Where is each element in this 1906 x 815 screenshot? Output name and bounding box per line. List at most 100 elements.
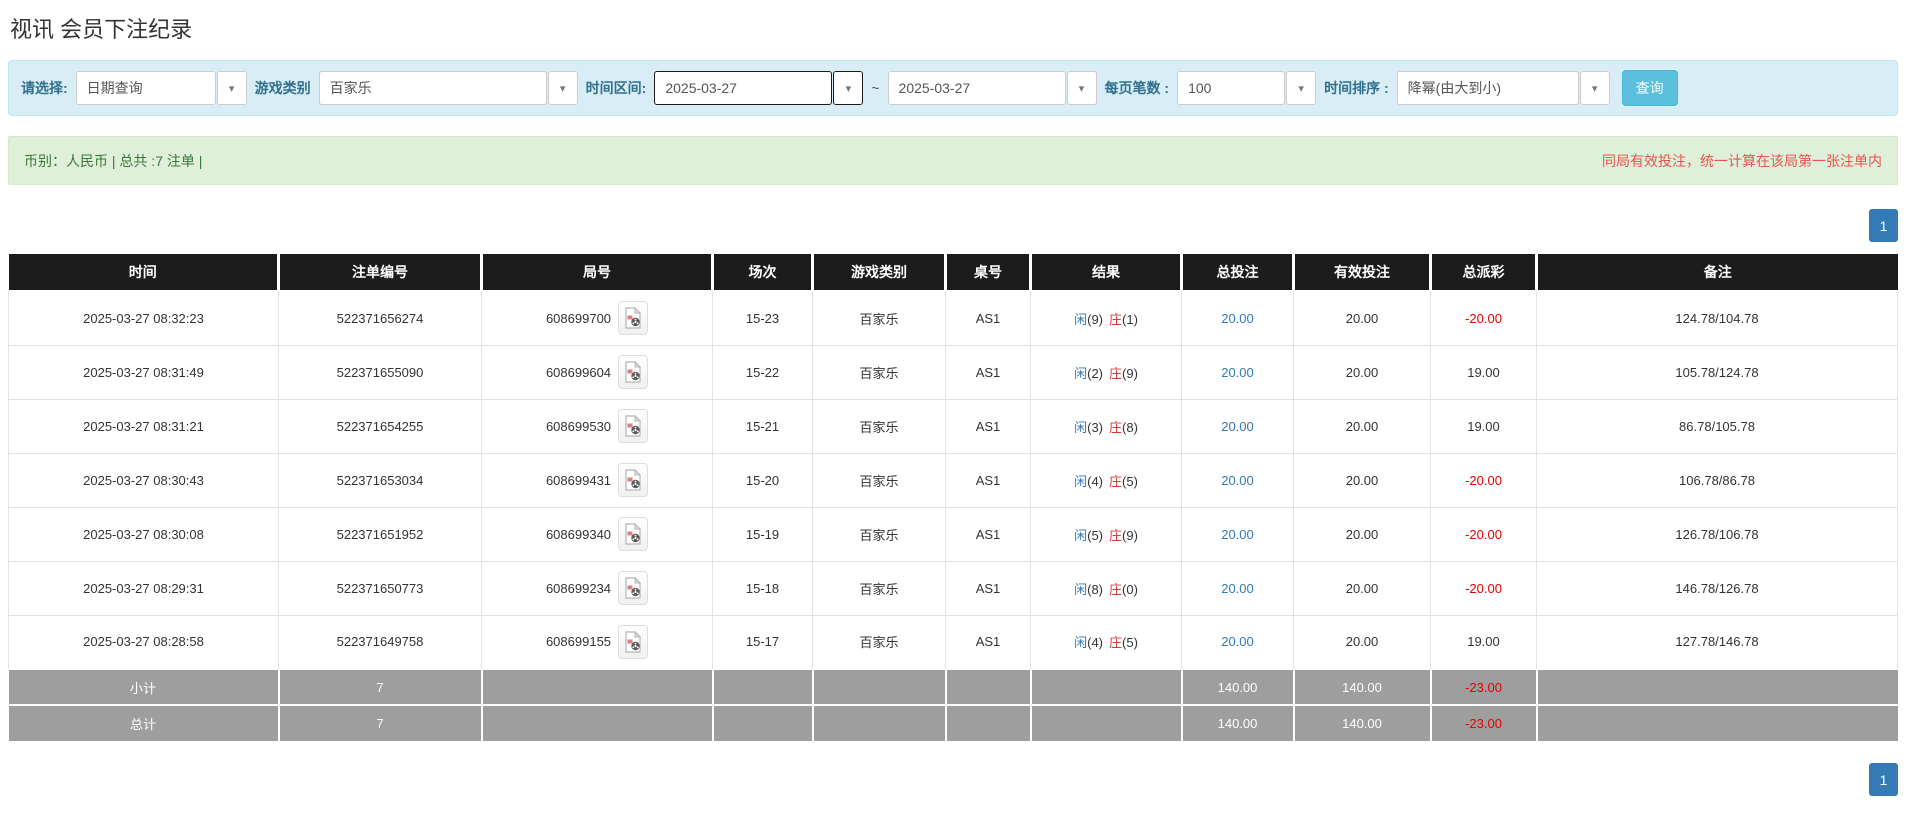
video-record-icon[interactable] (618, 517, 649, 551)
video-record-icon[interactable] (618, 463, 649, 497)
total-bet-link[interactable]: 20.00 (1181, 614, 1294, 670)
currency-total-text: 币别：人民币 | 总共 :7 注单 | (24, 152, 203, 169)
cell-result: 闲(2) 庄(9) (1030, 344, 1182, 400)
cell-session: 15-21 (712, 398, 813, 454)
date-to-select[interactable]: 2025-03-27 ▾ (887, 71, 1097, 105)
cell-valid-bet: 20.00 (1293, 614, 1431, 670)
cell-bet-id: 522371650773 (278, 560, 482, 616)
subtotal-total-bet: 140.00 (1181, 668, 1295, 705)
cell-result: 闲(5) 庄(9) (1030, 506, 1182, 562)
cell-note: 86.78/105.78 (1536, 398, 1898, 454)
filter-label-time-sort: 时间排序 : (1324, 80, 1389, 96)
page-1-button[interactable]: 1 (1869, 763, 1898, 796)
summary-bar: 币别：人民币 | 总共 :7 注单 | 同局有效投注，统一计算在该局第一张注单内 (8, 136, 1898, 185)
page-1-button[interactable]: 1 (1869, 209, 1898, 242)
cell-table-no: AS1 (945, 560, 1031, 616)
game-type-select[interactable]: 百家乐 ▾ (318, 71, 578, 105)
cell-result: 闲(9) 庄(1) (1030, 291, 1182, 346)
result-player: 闲 (1074, 473, 1088, 489)
result-banker: 庄 (1109, 419, 1123, 435)
time-sort-value[interactable]: 降幂(由大到小) (1396, 71, 1579, 105)
chevron-down-icon[interactable]: ▾ (833, 71, 864, 105)
result-player: 闲 (1074, 419, 1088, 435)
video-record-icon[interactable] (618, 624, 649, 659)
cell-session: 15-17 (712, 614, 813, 670)
video-record-icon[interactable] (618, 571, 649, 605)
chevron-down-icon[interactable]: ▾ (547, 71, 578, 105)
total-bet-link[interactable]: 20.00 (1181, 452, 1294, 508)
query-button[interactable]: 查询 (1621, 70, 1678, 106)
pagination-bottom: 1 (8, 763, 1898, 796)
cell-result: 闲(4) 庄(5) (1030, 452, 1182, 508)
chevron-down-icon[interactable]: ▾ (216, 71, 247, 105)
cell-round-id: 608699340 (481, 506, 713, 562)
cell-note: 105.78/124.78 (1536, 344, 1898, 400)
result-banker-points: (1) (1122, 311, 1138, 327)
cell-note: 146.78/126.78 (1536, 560, 1898, 616)
video-record-icon[interactable] (618, 409, 649, 443)
time-sort-select[interactable]: 降幂(由大到小) ▾ (1396, 71, 1610, 105)
cell-time: 2025-03-27 08:31:21 (8, 398, 279, 454)
round-number: 608699431 (545, 472, 612, 488)
cell-game-type: 百家乐 (812, 344, 946, 400)
total-bet-link[interactable]: 20.00 (1181, 291, 1294, 346)
result-player: 闲 (1074, 581, 1088, 597)
cell-result: 闲(8) 庄(0) (1030, 560, 1182, 616)
total-bet-link[interactable]: 20.00 (1181, 398, 1294, 454)
cell-session: 15-22 (712, 344, 813, 400)
cell-valid-bet: 20.00 (1293, 398, 1431, 454)
query-type-value[interactable]: 日期查询 (75, 71, 216, 105)
chevron-down-icon[interactable]: ▾ (1579, 71, 1610, 105)
date-to-value[interactable]: 2025-03-27 (887, 71, 1066, 105)
col-header-total-bet: 总投注 (1181, 254, 1295, 292)
video-record-icon[interactable] (618, 301, 649, 336)
result-player-points: (8) (1087, 581, 1103, 597)
page-size-select[interactable]: 100 ▾ (1177, 71, 1317, 105)
grand-total-payout: -23.00 (1430, 704, 1538, 741)
cell-valid-bet: 20.00 (1293, 344, 1431, 400)
chevron-down-icon[interactable]: ▾ (1286, 71, 1317, 105)
col-header-payout: 总派彩 (1430, 254, 1538, 292)
round-number: 608699234 (545, 580, 612, 596)
filter-label-page-size: 每页笔数 : (1104, 80, 1170, 96)
cell-time: 2025-03-27 08:30:43 (8, 452, 279, 508)
cell-bet-id: 522371656274 (278, 291, 482, 346)
video-record-icon[interactable] (618, 355, 649, 389)
total-bet-link[interactable]: 20.00 (1181, 344, 1294, 400)
date-from-select[interactable]: 2025-03-27 ▾ (654, 71, 864, 105)
result-banker-points: (5) (1122, 635, 1138, 651)
table-header: 时间 注单编号 局号 场次 游戏类别 桌号 结果 总投注 有效投注 总派彩 备注 (8, 254, 1898, 292)
page-size-value[interactable]: 100 (1177, 71, 1286, 105)
cell-payout: -20.00 (1430, 291, 1537, 346)
cell-time: 2025-03-27 08:32:23 (8, 291, 279, 346)
cell-payout: -20.00 (1430, 560, 1537, 616)
subtotal-payout: -23.00 (1430, 668, 1538, 705)
total-bet-link[interactable]: 20.00 (1181, 506, 1294, 562)
query-type-select[interactable]: 日期查询 ▾ (75, 71, 247, 105)
cell-payout: 19.00 (1430, 344, 1537, 400)
col-header-bet-id: 注单编号 (278, 254, 483, 292)
result-banker-points: (5) (1122, 473, 1138, 489)
subtotal-row: 小计 7 140.00 140.00 -23.00 (8, 668, 1898, 705)
cell-round-id: 608699700 (481, 291, 713, 346)
cell-session: 15-19 (712, 506, 813, 562)
chevron-down-icon[interactable]: ▾ (1066, 71, 1097, 105)
cell-session: 15-20 (712, 452, 813, 508)
cell-note: 127.78/146.78 (1536, 614, 1898, 670)
grand-total-label: 总计 (8, 704, 280, 741)
game-type-value[interactable]: 百家乐 (318, 71, 547, 105)
cell-valid-bet: 20.00 (1293, 506, 1431, 562)
grand-total-total-bet: 140.00 (1181, 704, 1295, 741)
table-row: 2025-03-27 08:31:21 522371654255 6086995… (8, 398, 1898, 454)
round-number: 608699155 (545, 634, 612, 650)
result-player-points: (5) (1087, 527, 1103, 543)
date-from-value[interactable]: 2025-03-27 (654, 71, 833, 105)
table-row: 2025-03-27 08:29:31 522371650773 6086992… (8, 560, 1898, 616)
filter-bar: 请选择: 日期查询 ▾ 游戏类别 百家乐 ▾ 时间区间: 2025-03-27 … (8, 60, 1898, 116)
total-bet-link[interactable]: 20.00 (1181, 560, 1294, 616)
cell-table-no: AS1 (945, 344, 1031, 400)
round-number: 608699340 (545, 526, 612, 542)
cell-time: 2025-03-27 08:28:58 (8, 614, 279, 670)
result-banker: 庄 (1109, 473, 1123, 489)
table-footer: 小计 7 140.00 140.00 -23.00 总计 7 140.00 14… (8, 668, 1898, 741)
